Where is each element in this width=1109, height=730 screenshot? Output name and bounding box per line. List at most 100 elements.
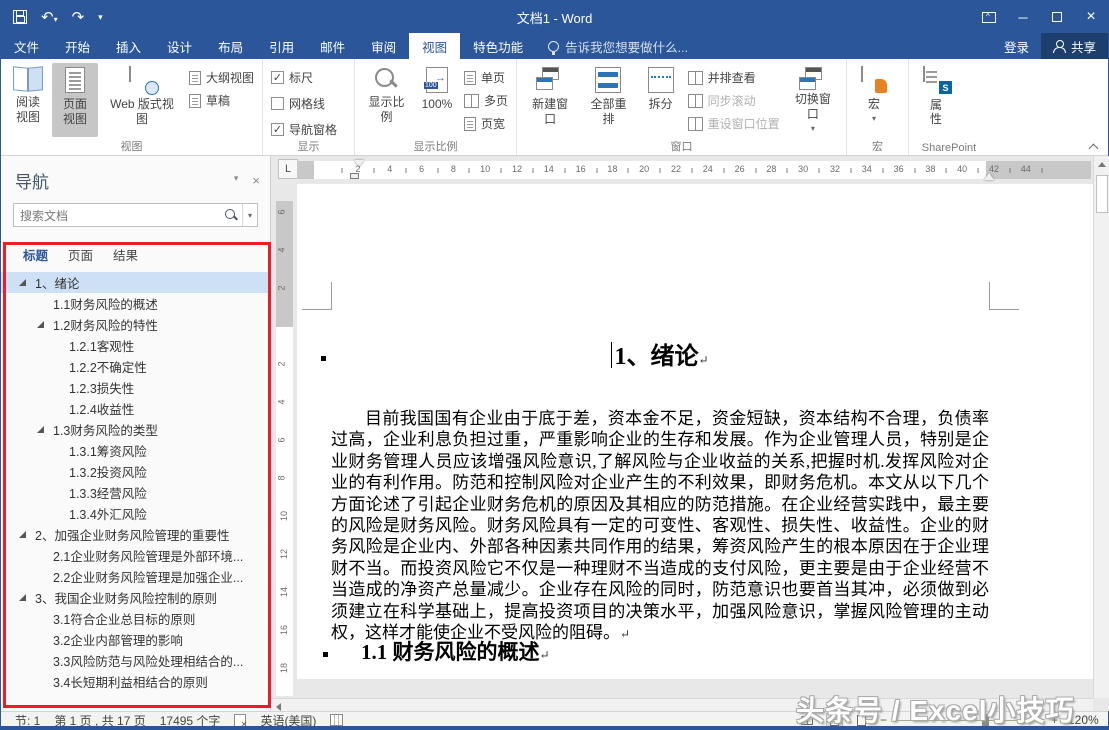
- vertical-scroll-thumb[interactable]: [1096, 175, 1108, 213]
- collapse-triangle-icon[interactable]: [37, 426, 44, 433]
- nav-pane-menu-icon[interactable]: ▾: [234, 173, 239, 188]
- read-mode-icon: [13, 67, 43, 91]
- document-page[interactable]: 1、绪论↵ 目前我国国有企业由于底于差，资本金不足，资金短缺，资本结构不合理，负…: [297, 184, 1093, 679]
- document-paragraph[interactable]: 目前我国国有企业由于底于差，资本金不足，资金短缺，资本结构不合理，负债率过高，企…: [331, 408, 989, 645]
- nav-tree-item[interactable]: 1.3财务风险的类型: [1, 419, 270, 440]
- outline-view-button[interactable]: 大纲视图: [189, 69, 254, 86]
- nav-tree-item[interactable]: 3.2企业内部管理的影响: [1, 629, 270, 650]
- collapse-ribbon-icon[interactable]: [1090, 143, 1098, 151]
- macros-button[interactable]: 宏 ▾: [852, 63, 896, 137]
- nav-tab[interactable]: 页面: [60, 243, 101, 266]
- menu-tab-9[interactable]: 特色功能: [460, 33, 536, 59]
- save-icon[interactable]: [13, 10, 27, 24]
- nav-tree-item[interactable]: 1、绪论: [1, 272, 270, 293]
- collapse-triangle-icon[interactable]: [37, 321, 44, 328]
- menu-tab-file[interactable]: 文件: [1, 33, 52, 59]
- nav-tree-item[interactable]: 1.2.1客观性: [1, 335, 270, 356]
- vertical-scrollbar[interactable]: [1093, 156, 1109, 698]
- nav-tab[interactable]: 标题: [15, 243, 56, 266]
- scroll-up-icon[interactable]: [1094, 156, 1109, 173]
- one-page-button[interactable]: 单页: [464, 69, 508, 86]
- share-button[interactable]: 共享: [1041, 33, 1108, 59]
- customize-qat-icon[interactable]: ▾: [98, 12, 103, 23]
- nav-tree-item[interactable]: 3.3风险防范与风险处理相结合的...: [1, 650, 270, 671]
- nav-tree-item[interactable]: 1.3.4外汇风险: [1, 503, 270, 524]
- vertical-ruler: 64224681012141618: [276, 201, 293, 696]
- draft-view-button[interactable]: 草稿: [189, 92, 254, 109]
- redo-icon[interactable]: ↷: [72, 8, 85, 26]
- nav-tree-item[interactable]: 1.3.1筹资风险: [1, 440, 270, 461]
- sign-in-button[interactable]: 登录: [992, 33, 1041, 59]
- page-width-button[interactable]: 页宽: [464, 115, 508, 132]
- nav-pane-close-icon[interactable]: ×: [252, 173, 260, 188]
- collapse-triangle-icon[interactable]: [19, 531, 26, 538]
- nav-tree-item[interactable]: 2.2企业财务风险管理是加强企业...: [1, 566, 270, 587]
- nav-tree-item[interactable]: 3、我国企业财务风险控制的原则: [1, 587, 270, 608]
- nav-tree-item[interactable]: 2、加强企业财务风险管理的重要性: [1, 524, 270, 545]
- undo-icon[interactable]: ↶▾: [41, 8, 58, 26]
- document-heading1[interactable]: 1、绪论↵: [331, 336, 989, 371]
- horizontal-ruler[interactable]: 2468101214161820222426283032343638404244: [297, 161, 1091, 179]
- search-input[interactable]: 搜索文档 ▾: [13, 203, 258, 227]
- right-indent-marker[interactable]: [984, 173, 994, 180]
- collapse-triangle-icon[interactable]: [19, 594, 26, 601]
- proofing-status-icon[interactable]: [234, 714, 246, 727]
- nav-tree-item-label: 3.1符合企业总目标的原则: [53, 609, 195, 628]
- gridlines-checkbox[interactable]: 网格线: [271, 95, 337, 112]
- nav-tree-item[interactable]: 3.1符合企业总目标的原则: [1, 608, 270, 629]
- nav-tree-item[interactable]: 1.2.2不确定性: [1, 356, 270, 377]
- menu-tab-4[interactable]: 布局: [205, 33, 256, 59]
- read-mode-button[interactable]: 阅读视图: [6, 63, 50, 137]
- menu-tab-2[interactable]: 插入: [103, 33, 154, 59]
- ruler-checkbox[interactable]: ✓标尺: [271, 69, 337, 86]
- nav-pane-checkbox[interactable]: ✓导航窗格: [271, 121, 337, 138]
- menu-tab-5[interactable]: 引用: [256, 33, 307, 59]
- nav-tree-item-label: 1.3.2投资风险: [69, 462, 147, 481]
- properties-button[interactable]: S 属性: [914, 63, 958, 137]
- nav-tree-item[interactable]: 1.2.3损失性: [1, 377, 270, 398]
- menu-tab-1[interactable]: 开始: [52, 33, 103, 59]
- zoom-100-button[interactable]: →100 100%: [415, 63, 459, 137]
- ribbon-display-options-button[interactable]: [972, 1, 1006, 33]
- window-title: 文档1 - Word: [1, 8, 1108, 27]
- nav-tree-item[interactable]: 1.3.2投资风险: [1, 461, 270, 482]
- split-button[interactable]: 拆分: [639, 63, 683, 137]
- collapse-triangle-icon[interactable]: [19, 279, 26, 286]
- watermark-text: 头条号 / Excel小技巧: [796, 689, 1075, 729]
- document-heading2[interactable]: 1.1 财务风险的概述↵: [361, 636, 981, 666]
- nav-tree-item[interactable]: 1.2.4收益性: [1, 398, 270, 419]
- new-window-button[interactable]: 新建窗口: [522, 63, 578, 137]
- ribbon: 阅读视图 页面视图 Web 版式视图 大纲视图 草稿 视图 ✓标尺 网格线 ✓导…: [1, 59, 1108, 156]
- sync-scroll-button: 同步滚动: [688, 92, 780, 109]
- zoom-button[interactable]: 显示比例: [360, 63, 413, 137]
- nav-tree-item[interactable]: 1.1财务风险的概述: [1, 293, 270, 314]
- tell-me-box[interactable]: 告诉我您想要做什么...: [536, 33, 688, 59]
- zoom-100-icon: →100: [426, 67, 448, 93]
- maximize-button[interactable]: [1040, 1, 1074, 33]
- search-options-icon[interactable]: ▾: [242, 204, 257, 226]
- multiple-pages-button[interactable]: 多页: [464, 92, 508, 109]
- web-layout-button[interactable]: Web 版式视图: [100, 63, 184, 137]
- menu-tab-8[interactable]: 视图: [409, 33, 460, 59]
- tab-stop-selector[interactable]: L: [278, 159, 298, 179]
- close-button[interactable]: ×: [1074, 1, 1108, 33]
- arrange-all-button[interactable]: 全部重排: [580, 63, 636, 137]
- nav-tree-item[interactable]: 2.1企业财务风险管理是外部环境...: [1, 545, 270, 566]
- nav-tree-item-label: 1.3.4外汇风险: [69, 504, 147, 523]
- ribbon-group-sharepoint: S 属性 SharePoint: [909, 59, 989, 155]
- nav-tree-item-label: 2.2企业财务风险管理是加强企业...: [53, 567, 243, 586]
- menu-tab-3[interactable]: 设计: [154, 33, 205, 59]
- nav-tree-item[interactable]: 3.4长短期利益相结合的原则: [1, 671, 270, 692]
- search-icon[interactable]: [224, 208, 238, 222]
- nav-tree-item[interactable]: 1.2财务风险的特性: [1, 314, 270, 335]
- insert-mode-icon[interactable]: [330, 714, 343, 726]
- menu-tab-6[interactable]: 邮件: [307, 33, 358, 59]
- print-layout-button[interactable]: 页面视图: [52, 63, 98, 137]
- person-icon: [1053, 40, 1065, 52]
- nav-tab[interactable]: 结果: [105, 243, 146, 266]
- menu-tab-7[interactable]: 审阅: [358, 33, 409, 59]
- minimize-button[interactable]: ─: [1006, 1, 1040, 33]
- side-by-side-button[interactable]: 并排查看: [688, 69, 780, 86]
- nav-tree-item[interactable]: 1.3.3经营风险: [1, 482, 270, 503]
- switch-windows-button[interactable]: 切换窗口 ▾: [785, 63, 841, 137]
